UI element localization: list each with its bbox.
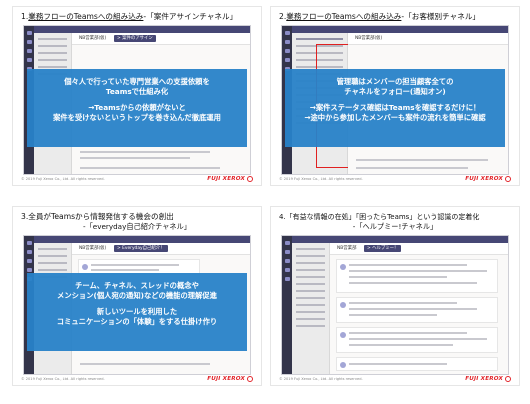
slide-title: 3.全員がTeamsから情報発信する機会の創出 [21,212,174,221]
logo-mark-icon [247,376,253,382]
channel-content: NB営業部 > ヘルプミー！ [330,243,508,374]
slide-title: 1.業務フローのTeamsへの組み込み-「案件アサインチャネル」 [21,12,238,21]
channel-name[interactable]: > ヘルプミー！ [364,245,402,252]
slide-title: 2.業務フローのTeamsへの組み込み-「お客様別チャネル」 [279,12,481,21]
team-name[interactable]: NB営業部(仮) [76,245,109,252]
message-post [336,357,498,371]
channel-list [292,243,330,374]
team-name[interactable]: NB営業部(仮) [76,35,109,42]
title-bar [292,236,508,243]
copyright: © 2019 Fuji Xerox Co., Ltd. All rights r… [21,177,105,181]
fuji-xerox-logo: FUJI XEROX [207,376,253,382]
slide-1: 1.業務フローのTeamsへの組み込み-「案件アサインチャネル」 NB営業部(仮… [12,6,262,186]
title-bar [34,26,250,33]
channel-name[interactable]: > 案件のアサイン [114,35,156,42]
slide-3: 3.全員がTeamsから情報発信する機会の創出 -「everyday自己紹介チャ… [12,206,262,386]
logo-mark-icon [247,176,253,182]
copyright: © 2019 Fuji Xerox Co., Ltd. All rights r… [279,177,363,181]
explanation-overlay: 個々人で行っていた専門営業への支援依頼を Teamsで仕組み化 →Teamsから… [27,69,247,147]
copyright: © 2019 Fuji Xerox Co., Ltd. All rights r… [279,377,363,381]
logo-mark-icon [505,176,511,182]
slide-title: 4.「有益な情報の在処」「困ったらTeams」という認識の定着化 [279,213,480,221]
fuji-xerox-logo: FUJI XEROX [465,376,511,382]
team-name[interactable]: NB営業部 [334,245,359,252]
explanation-overlay: チーム、チャネル、スレッドの概念や メンション(個人宛の通知)などの機能の理解促… [27,273,247,351]
slide-subtitle: -「everyday自己紹介チャネル」 [83,222,191,231]
title-bar [292,26,508,33]
channel-header: NB営業部(仮) > 案件のアサイン [72,33,250,45]
avatar [82,264,88,270]
channel-header: NB営業部 > ヘルプミー！ [330,243,508,255]
slide-4: 4.「有益な情報の在処」「困ったらTeams」という認識の定着化 -「ヘルプミー… [270,206,520,386]
channel-name[interactable]: > Everyday自己紹介！ [114,245,168,252]
slide-2: 2.業務フローのTeamsへの組み込み-「お客様別チャネル」 NB営業部(仮) … [270,6,520,186]
slide-subtitle: -「ヘルプミー!チャネル」 [352,222,438,231]
explanation-overlay: 管理職はメンバーの担当顧客全ての チャネルをフォロー(通知オン) →案件ステータ… [285,69,505,147]
message-post [336,297,498,323]
avatar [340,362,346,368]
title-bar [34,236,250,243]
avatar [340,302,346,308]
message-post [336,259,498,293]
logo-mark-icon [505,376,511,382]
avatar [340,332,346,338]
avatar [340,264,346,270]
team-name[interactable]: NB営業部(仮) [352,35,385,42]
fuji-xerox-logo: FUJI XEROX [207,176,253,182]
teams-window: NB営業部 > ヘルプミー！ [281,235,509,375]
message-post [336,327,498,353]
fuji-xerox-logo: FUJI XEROX [465,176,511,182]
channel-header: NB営業部(仮) > Everyday自己紹介！ [72,243,250,255]
app-rail [282,236,292,374]
copyright: © 2019 Fuji Xerox Co., Ltd. All rights r… [21,377,105,381]
